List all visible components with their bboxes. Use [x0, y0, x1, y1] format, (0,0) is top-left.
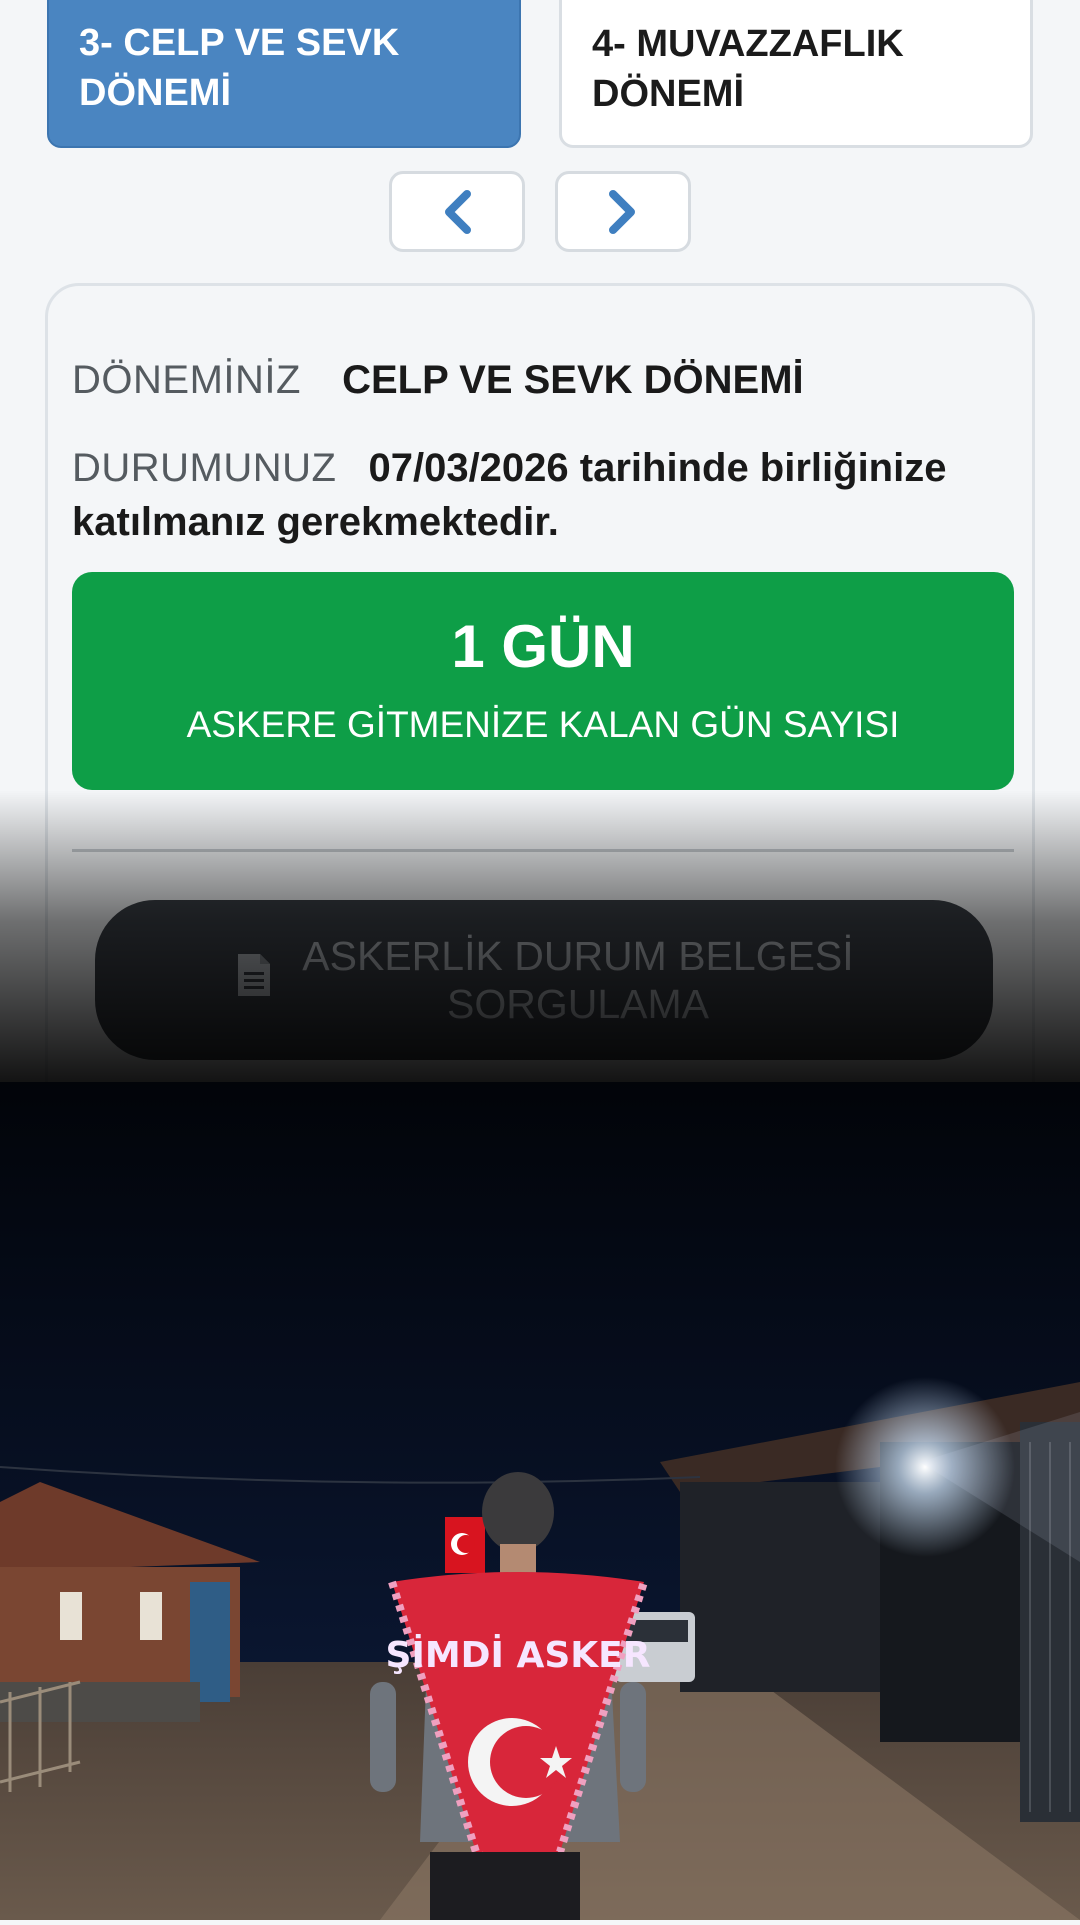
tab-celp-ve-sevk[interactable]: 3- CELP VE SEVK DÖNEMİ [47, 0, 521, 148]
status-panel: DÖNEMİNİZ CELP VE SEVK DÖNEMİ DURUMUNUZ 0… [45, 283, 1035, 1082]
military-status-document-button[interactable]: ASKERLİK DURUM BELGESİ SORGULAMA [95, 900, 993, 1060]
previous-button[interactable] [389, 171, 525, 252]
tab-label: 4- MUVAZZAFLIK DÖNEMİ [592, 23, 904, 115]
state-row: DURUMUNUZ 07/03/2026 tarihinde birliğiniz… [72, 441, 1002, 549]
document-button-line2: SORGULAMA [446, 981, 709, 1027]
document-icon [234, 952, 274, 1008]
divider [72, 849, 1014, 852]
days-remaining-caption: ASKERE GİTMENİZE KALAN GÜN SAYISI [186, 704, 900, 745]
document-button-line1: ASKERLİK DURUM BELGESİ [302, 933, 854, 979]
app-screen: 3- CELP VE SEVK DÖNEMİ 4- MUVAZZAFLIK DÖ… [0, 0, 1080, 1082]
tab-muvazzaflik[interactable]: 4- MUVAZZAFLIK DÖNEMİ [559, 0, 1033, 148]
period-row: DÖNEMİNİZ CELP VE SEVK DÖNEMİ [72, 358, 804, 403]
chevron-left-icon [445, 189, 471, 234]
tab-label: 3- CELP VE SEVK DÖNEMİ [79, 22, 400, 114]
days-remaining-banner: 1 GÜN ASKERE GİTMENİZE KALAN GÜN SAYISI [72, 572, 1014, 790]
state-label: DURUMUNUZ [72, 446, 337, 490]
chevron-right-icon [609, 189, 635, 234]
period-value: CELP VE SEVK DÖNEMİ [342, 358, 804, 402]
night-photo: ŞİMDİ ASKER [0, 1082, 1080, 1920]
jacket-text: ŞİMDİ ASKER [386, 1634, 651, 1676]
document-button-label: ASKERLİK DURUM BELGESİ SORGULAMA [302, 932, 853, 1028]
days-remaining-value: 1 GÜN [451, 613, 635, 680]
period-label: DÖNEMİNİZ [72, 358, 301, 402]
next-button[interactable] [555, 171, 691, 252]
